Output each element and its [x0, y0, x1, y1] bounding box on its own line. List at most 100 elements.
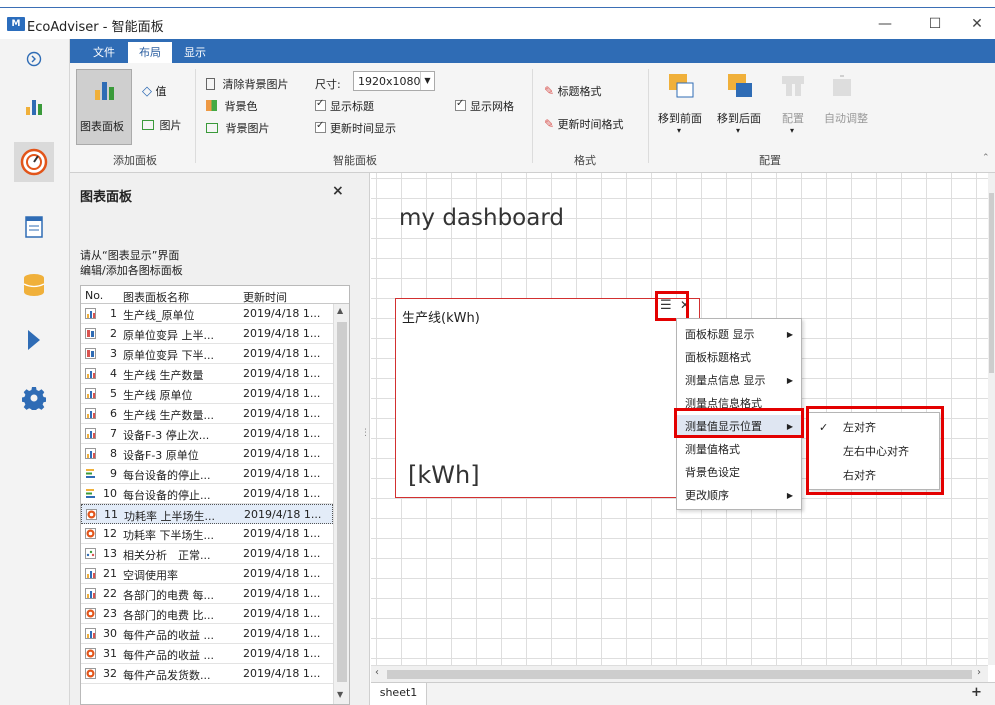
close-window-button[interactable]: ✕ [962, 13, 992, 35]
clear-bg-image-button[interactable]: 清除背景图片 [206, 76, 289, 92]
image-button[interactable]: 图片 [142, 117, 182, 133]
panel-close-button[interactable]: × [332, 183, 344, 199]
update-time-checkbox[interactable]: 更新时间显示 [315, 120, 396, 136]
table-row[interactable]: 22 各部门的电费 每... 2019/4/18 1... [81, 584, 333, 604]
gauge-icon [20, 148, 48, 176]
hbar-chart-icon [85, 488, 96, 499]
tab-file[interactable]: 文件 [82, 42, 126, 63]
maximize-button[interactable]: ☐ [920, 13, 950, 35]
context-menu-item[interactable]: 面板标题 显示 ▶ [677, 323, 801, 346]
dashboard-nav-button[interactable] [14, 142, 54, 182]
row-number: 32 [103, 667, 117, 680]
table-row[interactable]: 10 每台设备的停止... 2019/4/18 1... [81, 484, 333, 504]
context-menu-item[interactable]: 面板标题格式 [677, 346, 801, 369]
canvas-hscroll-thumb[interactable] [387, 670, 972, 679]
table-row[interactable]: 30 每件产品的收益 ... 2019/4/18 1... [81, 624, 333, 644]
run-nav-button[interactable] [14, 320, 54, 360]
row-number: 11 [104, 508, 118, 521]
send-back-label: 移到后面 [717, 112, 761, 125]
show-grid-checkbox[interactable]: 显示网格 [455, 98, 514, 114]
table-row[interactable]: 12 功耗率 下半场生... 2019/4/18 1... [81, 524, 333, 544]
bring-front-icon [669, 74, 694, 98]
minimize-button[interactable]: — [870, 13, 900, 35]
row-update-time: 2019/4/18 1... [243, 467, 321, 480]
row-number: 13 [103, 547, 117, 560]
report-nav-button[interactable] [14, 207, 54, 247]
ribbon-separator [648, 69, 649, 163]
pane-splitter[interactable]: ⋮ [356, 173, 370, 705]
align-icon [782, 76, 804, 96]
table-row[interactable]: 4 生产线 生产数量 2019/4/18 1... [81, 364, 333, 384]
table-row[interactable]: 8 设备F-3 原单位 2019/4/18 1... [81, 444, 333, 464]
table-row[interactable]: 9 每台设备的停止... 2019/4/18 1... [81, 464, 333, 484]
size-select[interactable]: 1920x1080 ▼ [353, 71, 435, 91]
bring-front-button[interactable]: 移到前面 ▾ [656, 73, 706, 147]
row-update-time: 2019/4/18 1... [243, 627, 321, 640]
sheet-tab[interactable]: sheet1 [371, 683, 427, 705]
title-format-button[interactable]: ✎ 标题格式 [544, 83, 602, 99]
bg-color-button[interactable]: 背景色 [206, 98, 258, 114]
gauge-chart-icon [85, 608, 96, 619]
table-row[interactable]: 6 生产线 生产数量... 2019/4/18 1... [81, 404, 333, 424]
play-icon [28, 330, 40, 350]
table-header: No. 图表面板名称 更新时间 [81, 286, 349, 304]
dashboard-panel[interactable]: 生产线(kWh) [kWh] [395, 298, 700, 498]
table-row[interactable]: 32 每件产品发货数... 2019/4/18 1... [81, 664, 333, 684]
update-time-format-button[interactable]: ✎ 更新时间格式 [544, 116, 624, 132]
context-menu-item[interactable]: 背景色设定 [677, 461, 801, 484]
table-row[interactable]: 5 生产线 原单位 2019/4/18 1... [81, 384, 333, 404]
table-row[interactable]: 1 生产线_原单位 2019/4/18 1... [81, 304, 333, 324]
row-name: 各部门的电费 每... [123, 589, 214, 602]
value-button[interactable]: ◇ 值 [142, 83, 167, 99]
chevron-down-icon: ▼ [420, 72, 434, 90]
scroll-left-icon[interactable]: ‹ [375, 667, 379, 678]
table-row[interactable]: 2 原单位变异 上半... 2019/4/18 1... [81, 324, 333, 344]
add-sheet-icon[interactable]: + [971, 685, 982, 700]
row-number: 3 [110, 347, 117, 360]
sheet-tab-bar: sheet1 + [371, 682, 995, 705]
table-scrollbar[interactable]: ▲ ▼ [333, 304, 349, 704]
align-button[interactable]: 配置 ▾ [776, 73, 812, 147]
scrollbar-thumb[interactable] [337, 322, 347, 682]
canvas-vscroll-thumb[interactable] [989, 193, 994, 373]
canvas-horizontal-scrollbar[interactable]: ‹ › [371, 665, 988, 682]
database-nav-button[interactable] [14, 265, 54, 305]
table-row[interactable]: 3 原单位变异 下半... 2019/4/18 1... [81, 344, 333, 364]
send-back-button[interactable]: 移到后面 ▾ [715, 73, 765, 147]
scroll-up-icon[interactable]: ▲ [337, 306, 343, 315]
tab-layout[interactable]: 布局 [128, 42, 172, 63]
chart-panel-button[interactable]: 图表面板 [76, 69, 132, 145]
back-nav-button[interactable] [14, 39, 54, 79]
table-row[interactable]: 11 功耗率 上半场生... 2019/4/18 1... [81, 504, 333, 524]
table-row[interactable]: 21 空调使用率 2019/4/18 1... [81, 564, 333, 584]
table-row[interactable]: 13 相关分析 正常... 2019/4/18 1... [81, 544, 333, 564]
context-menu-item[interactable]: 测量值格式 [677, 438, 801, 461]
bg-image-button[interactable]: 背景图片 [206, 120, 270, 136]
submenu-arrow-icon: ▶ [786, 330, 793, 339]
table-row[interactable]: 31 每件产品的收益 ... 2019/4/18 1... [81, 644, 333, 664]
tab-display[interactable]: 显示 [173, 42, 217, 63]
row-name: 每台设备的停止... [123, 469, 211, 482]
show-title-checkbox[interactable]: 显示标题 [315, 98, 374, 114]
scroll-right-icon[interactable]: › [977, 667, 981, 678]
menu-item-label: 面板标题 显示 [685, 328, 755, 341]
left-rail [0, 39, 70, 705]
scroll-down-icon[interactable]: ▼ [337, 690, 343, 699]
collapse-ribbon-icon[interactable]: ⌃ [982, 153, 990, 163]
table-row[interactable]: 7 设备F-3 停止次... 2019/4/18 1... [81, 424, 333, 444]
chart-nav-button[interactable] [14, 86, 54, 126]
column-header-name[interactable]: 图表面板名称 [123, 289, 189, 305]
dashboard-title[interactable]: my dashboard [399, 205, 564, 231]
column-header-time[interactable]: 更新时间 [243, 289, 287, 305]
auto-adjust-button[interactable]: 自动调整 [818, 73, 874, 147]
column-header-no[interactable]: No. [85, 289, 103, 302]
checkbox-checked-icon [315, 98, 326, 111]
row-name: 原单位变异 上半... [123, 329, 214, 342]
table-row[interactable]: 23 各部门的电费 比... 2019/4/18 1... [81, 604, 333, 624]
ribbon-separator [532, 69, 533, 163]
context-menu-item[interactable]: 更改顺序 ▶ [677, 484, 801, 507]
row-update-time: 2019/4/18 1... [243, 647, 321, 660]
settings-nav-button[interactable] [14, 378, 54, 418]
context-menu-item[interactable]: 测量点信息 显示 ▶ [677, 369, 801, 392]
canvas-vertical-scrollbar[interactable] [988, 173, 995, 665]
